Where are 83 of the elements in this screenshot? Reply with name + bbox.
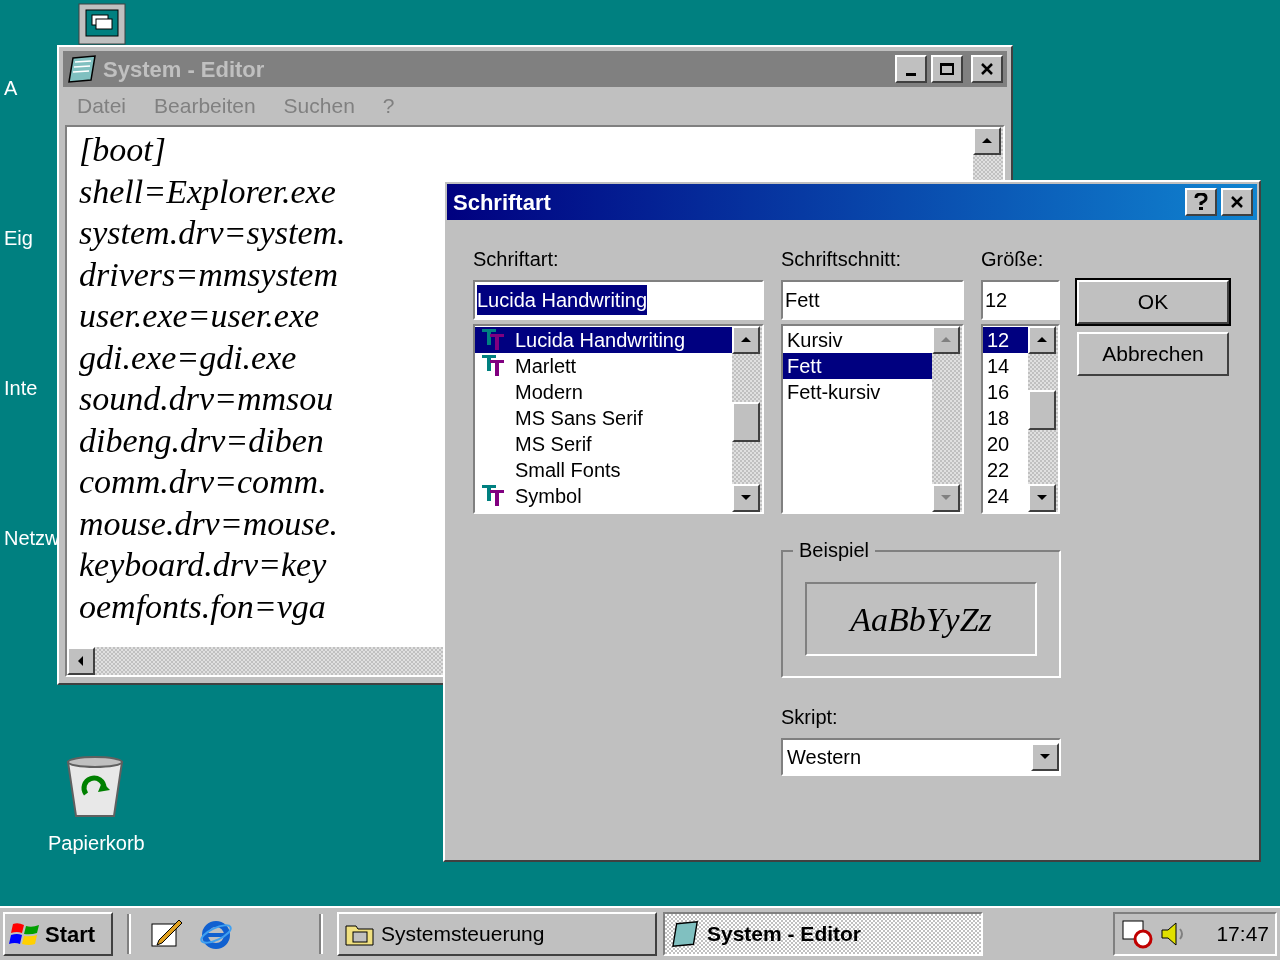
text-line: comm.drv=comm. <box>79 462 327 502</box>
text-line: shell=Explorer.exe <box>79 171 336 212</box>
desktop-icon-label[interactable]: Eig <box>4 228 33 248</box>
text-line: dibeng.drv=diben <box>79 420 324 461</box>
maximize-icon <box>939 62 955 76</box>
list-item[interactable]: 22 <box>983 457 1028 483</box>
desktop-icon-label[interactable]: Netzw <box>4 528 60 548</box>
list-item[interactable]: 20 <box>983 431 1028 457</box>
scroll-arrow-button[interactable] <box>1028 326 1056 354</box>
input-field[interactable]: 12 <box>981 280 1060 320</box>
dialog-title: Schriftart <box>453 188 552 217</box>
list-item[interactable]: MS Sans Serif <box>475 405 732 431</box>
list-item[interactable]: 12 <box>983 327 1028 353</box>
field-label: Skript: <box>781 705 839 730</box>
notepad-icon <box>671 920 701 948</box>
input-field[interactable]: Lucida Handwriting <box>473 280 764 320</box>
maximize-button[interactable] <box>931 55 963 83</box>
list-item[interactable]: Lucida Handwriting <box>475 327 732 353</box>
browser-e-icon[interactable] <box>199 918 233 950</box>
truetype-icon <box>481 354 507 378</box>
list-item[interactable]: Fett-kursiv <box>783 379 932 405</box>
list-item[interactable]: 24 <box>983 483 1028 509</box>
scroll-thumb[interactable] <box>1028 390 1056 430</box>
text-line: [boot] <box>79 130 166 170</box>
field-label: Schriftart: <box>473 247 560 272</box>
scrollbar[interactable] <box>732 326 762 512</box>
sample-preview: AaBbYyZz <box>805 582 1037 656</box>
text-line: user.exe=user.exe <box>79 296 320 336</box>
scroll-arrow-button[interactable] <box>732 326 760 354</box>
text-line: gdi.exe=gdi.exe <box>79 337 297 378</box>
field-label: Schriftschnitt: <box>781 247 903 272</box>
list-item[interactable]: Modern <box>475 379 732 405</box>
text-line: mouse.drv=mouse. <box>79 503 339 544</box>
text-line: system.drv=system. <box>79 213 346 253</box>
help-button[interactable] <box>1185 188 1217 216</box>
scroll-arrow-button[interactable] <box>1028 484 1056 512</box>
close-button[interactable] <box>971 55 1003 83</box>
scroll-arrow-button[interactable] <box>1031 743 1059 771</box>
list-item[interactable]: Marlett <box>475 353 732 379</box>
window-icon[interactable] <box>78 3 126 45</box>
dropdown-field[interactable]: Western <box>781 738 1061 776</box>
notepad-icon <box>67 54 99 84</box>
windows-logo-icon <box>9 920 41 948</box>
input-field[interactable]: Fett <box>781 280 964 320</box>
text-line: sound.drv=mmsou <box>79 379 334 419</box>
pencil-note-icon[interactable] <box>149 918 183 950</box>
list-item[interactable]: 14 <box>983 353 1028 379</box>
list-item[interactable]: 16 <box>983 379 1028 405</box>
start-button[interactable]: Start <box>3 912 113 956</box>
clock: 17:47 <box>1216 921 1269 948</box>
truetype-icon <box>481 328 507 352</box>
scroll-arrow-button[interactable] <box>67 647 95 675</box>
taskbar-button[interactable]: Systemsteuerung <box>337 912 657 956</box>
window-title: System - Editor <box>103 55 266 84</box>
list-item[interactable]: Small Fonts <box>475 457 732 483</box>
truetype-icon <box>481 484 507 508</box>
close-icon <box>1229 195 1245 209</box>
desktop-icon-label[interactable]: Papierkorb <box>48 828 145 858</box>
desktop-icon-label[interactable]: Inte <box>4 378 38 398</box>
scroll-arrow-button[interactable] <box>732 484 760 512</box>
close-button[interactable] <box>1221 188 1253 216</box>
list-item[interactable]: Fett <box>783 353 932 379</box>
recycle-bin-icon[interactable] <box>64 754 126 820</box>
desktop-icon-label[interactable]: A <box>4 78 18 98</box>
list-item[interactable]: Symbol <box>475 483 732 509</box>
list-item[interactable]: 18 <box>983 405 1028 431</box>
field-label: Größe: <box>981 247 1045 272</box>
dialog-button[interactable]: OK <box>1077 280 1229 324</box>
close-icon <box>979 62 995 76</box>
list-item[interactable]: Kursiv <box>783 327 932 353</box>
scheduler-icon[interactable] <box>1121 919 1153 949</box>
text-line: drivers=mmsystem <box>79 254 339 295</box>
scroll-thumb[interactable] <box>732 402 760 442</box>
text-line: keyboard.drv=key <box>79 545 327 585</box>
minimize-button[interactable] <box>895 55 927 83</box>
minimize-icon <box>906 72 916 76</box>
question-mark-icon <box>1194 193 1208 211</box>
list-item[interactable]: MS Serif <box>475 431 732 457</box>
dialog-button[interactable]: Abbrechen <box>1077 332 1229 376</box>
scrollbar[interactable] <box>1028 326 1058 512</box>
text-line: oemfonts.fon=vga <box>79 586 326 627</box>
taskbar-button[interactable]: System - Editor <box>663 912 983 956</box>
scroll-arrow-button[interactable] <box>973 127 1001 155</box>
